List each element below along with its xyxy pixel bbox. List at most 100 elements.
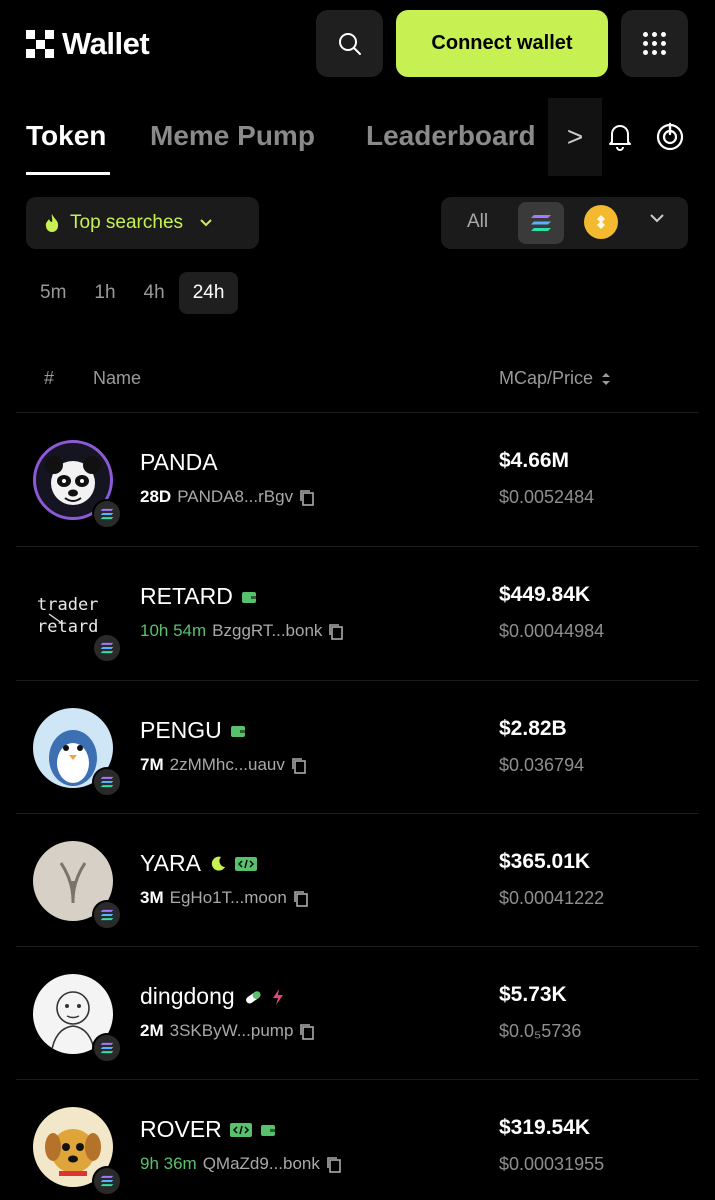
svg-text:trader: trader xyxy=(37,595,98,615)
token-name: PANDA xyxy=(140,449,218,475)
token-name: dingdong xyxy=(140,983,285,1010)
timeframe-selector: 5m 1h 4h 24h xyxy=(26,272,239,314)
bolt-tag-icon xyxy=(272,988,283,1005)
token-meta: 10h 54m BzggRT...bonk xyxy=(140,621,344,641)
chain-bnb-option[interactable] xyxy=(584,205,618,239)
token-address: QMaZd9...bonk xyxy=(202,1154,320,1173)
token-name: RETARD xyxy=(140,583,257,610)
chevron-down-icon[interactable] xyxy=(649,212,665,224)
token-meta: 2M 3SKByW...pump xyxy=(140,1021,315,1041)
col-mcap-label: MCap/Price xyxy=(499,368,594,388)
token-price: $0.0052484 xyxy=(499,487,595,507)
timeframe-5m[interactable]: 5m xyxy=(26,272,80,314)
search-icon xyxy=(338,32,361,55)
token-mcap: $319.54K xyxy=(499,1116,591,1139)
token-mcap: $449.84K xyxy=(499,583,591,606)
token-age: 28D xyxy=(140,487,172,506)
token-address: BzggRT...bonk xyxy=(212,621,323,640)
pill-tag-icon xyxy=(245,990,261,1003)
search-button[interactable] xyxy=(316,10,383,77)
flame-icon xyxy=(45,214,59,232)
token-mcap: $2.82B xyxy=(499,717,567,740)
token-price: $0.00044984 xyxy=(499,621,605,641)
token-address: 3SKByW...pump xyxy=(169,1021,294,1040)
token-price: $0.00031955 xyxy=(499,1154,605,1174)
token-row-panda[interactable]: PANDA 28D PANDA8...rBgv $4.66M $0.005248… xyxy=(0,413,715,546)
token-age: 3M xyxy=(140,888,164,907)
tab-meme-pump[interactable]: Meme Pump xyxy=(150,120,315,152)
tab-bar: Token Meme Pump Leaderboard > xyxy=(0,98,715,180)
tab-leaderboard[interactable]: Leaderboard xyxy=(366,120,536,152)
token-age: 7M xyxy=(140,755,164,774)
copy-icon[interactable] xyxy=(328,623,344,640)
app-header: Wallet Connect wallet xyxy=(0,0,715,90)
timeframe-1h[interactable]: 1h xyxy=(80,272,129,314)
code-tag-icon xyxy=(229,1122,252,1137)
col-name: Name xyxy=(93,368,142,388)
copy-icon[interactable] xyxy=(299,489,315,506)
sort-icon xyxy=(602,372,611,385)
solana-badge-icon xyxy=(92,499,122,529)
power-icon[interactable] xyxy=(653,120,687,154)
token-name: ROVER xyxy=(140,1116,276,1143)
token-name: PENGU xyxy=(140,717,246,744)
active-tab-indicator xyxy=(26,172,110,175)
copy-icon[interactable] xyxy=(299,1023,315,1040)
code-tag-icon xyxy=(234,856,257,871)
chain-all-option[interactable]: All xyxy=(467,211,488,233)
copy-icon[interactable] xyxy=(291,757,307,774)
col-rank: # xyxy=(44,368,55,388)
solana-badge-icon xyxy=(92,633,122,663)
token-name: YARA xyxy=(140,850,257,877)
copy-icon[interactable] xyxy=(293,890,309,907)
token-age: 9h 36m xyxy=(140,1154,197,1173)
token-row-pengu[interactable]: PENGU 7M 2zMMhc...uauv $2.82B $0.036794 xyxy=(0,681,715,814)
token-meta: 3M EgHo1T...moon xyxy=(140,888,309,908)
token-address: PANDA8...rBgv xyxy=(177,487,294,506)
token-row-yara[interactable]: YARA 3M EgHo1T...moon $365.01K $0.000412… xyxy=(0,814,715,947)
token-age: 10h 54m xyxy=(140,621,207,640)
token-mcap: $4.66M xyxy=(499,449,570,472)
tabs-more-button[interactable]: > xyxy=(548,98,602,176)
token-meta: 28D PANDA8...rBgv xyxy=(140,487,315,507)
solana-badge-icon xyxy=(92,1166,122,1196)
connect-wallet-button[interactable]: Connect wallet xyxy=(396,10,608,77)
table-header: # Name MCap/Price xyxy=(0,358,715,398)
chain-solana-option[interactable] xyxy=(518,202,564,244)
timeframe-24h[interactable]: 24h xyxy=(178,272,239,314)
token-row-retard[interactable]: trader retard RETARD 10h 54m BzggRT...bo… xyxy=(0,547,715,680)
token-row-dingdong[interactable]: dingdong 2M 3SKByW...pump $5.73K $0.0₅57… xyxy=(0,947,715,1080)
token-price: $0.00041222 xyxy=(499,888,605,908)
grid-menu-icon xyxy=(643,32,666,55)
wallet-tag-icon xyxy=(230,725,245,737)
menu-button[interactable] xyxy=(621,10,688,77)
token-meta: 9h 36m QMaZd9...bonk xyxy=(140,1154,342,1174)
tab-token[interactable]: Token xyxy=(26,120,106,152)
app-name: Wallet xyxy=(62,26,150,61)
token-mcap: $365.01K xyxy=(499,850,591,873)
top-searches-dropdown[interactable]: Top searches xyxy=(26,197,259,249)
bnb-icon xyxy=(597,215,605,229)
okx-logo-icon xyxy=(26,30,54,58)
chain-filter: All xyxy=(441,197,688,249)
copy-icon[interactable] xyxy=(326,1156,342,1173)
token-age: 2M xyxy=(140,1021,164,1040)
solana-badge-icon xyxy=(92,1033,122,1063)
token-meta: 7M 2zMMhc...uauv xyxy=(140,755,307,775)
wallet-logo[interactable]: Wallet xyxy=(26,26,150,62)
col-mcap-sort[interactable]: MCap/Price xyxy=(499,368,611,389)
token-mcap: $5.73K xyxy=(499,983,567,1006)
token-address: EgHo1T...moon xyxy=(169,888,287,907)
solana-icon xyxy=(531,215,551,231)
solana-badge-icon xyxy=(92,767,122,797)
solana-badge-icon xyxy=(92,900,122,930)
token-price: $0.0₅5736 xyxy=(499,1021,582,1041)
token-price: $0.036794 xyxy=(499,755,585,775)
svg-text:retard: retard xyxy=(37,617,98,637)
wallet-tag-icon xyxy=(241,591,256,603)
bell-icon[interactable] xyxy=(604,120,636,152)
top-searches-label: Top searches xyxy=(70,212,184,233)
token-row-rover[interactable]: ROVER 9h 36m QMaZd9...bonk $319.54K $0.0… xyxy=(0,1080,715,1200)
timeframe-4h[interactable]: 4h xyxy=(130,272,179,314)
moon-tag-icon xyxy=(211,856,225,871)
